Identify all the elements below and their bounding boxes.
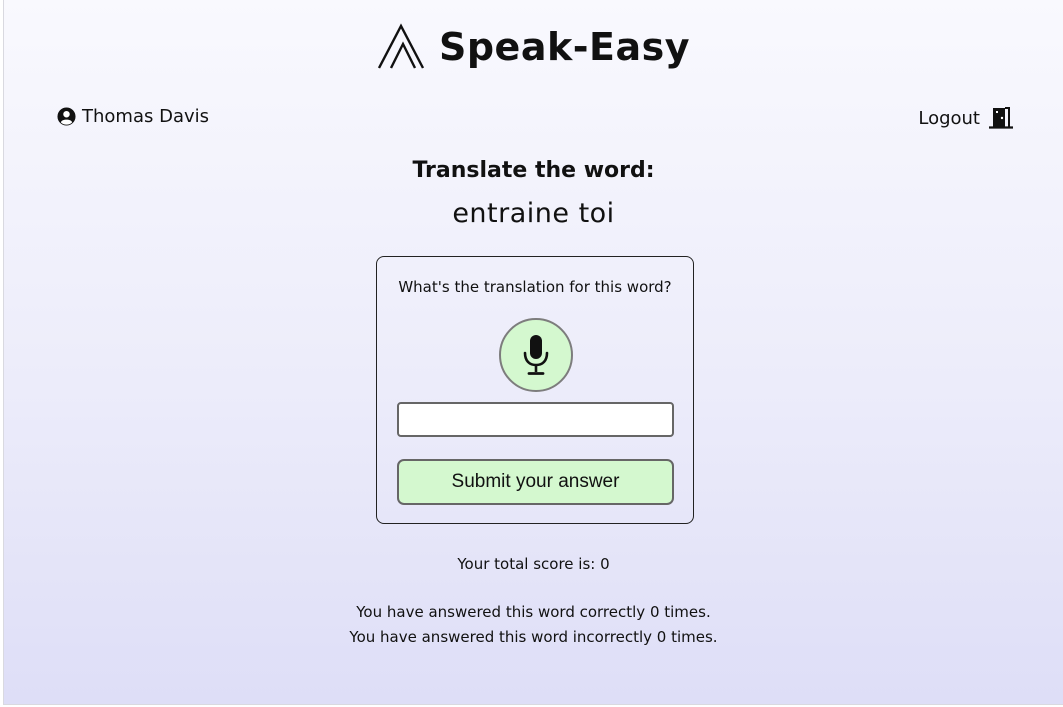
user-circle-icon (57, 107, 76, 126)
user-profile: Thomas Davis (57, 106, 209, 127)
user-name: Thomas Davis (82, 106, 210, 127)
total-score: Your total score is: 0 (457, 555, 610, 573)
logout-button[interactable]: Logout (918, 106, 1014, 130)
translation-question: What's the translation for this word? (398, 278, 672, 296)
mountain-peak-logo (377, 23, 425, 69)
incorrect-count-text: You have answered this word incorrectly … (349, 628, 718, 646)
word-stats: You have answered this word correctly 0 … (4, 600, 1063, 650)
logout-label: Logout (918, 107, 980, 129)
submit-answer-button[interactable]: Submit your answer (397, 459, 674, 505)
answer-card: What's the translation for this word? Su… (376, 256, 694, 524)
brand-header: Speak-Easy (4, 22, 1063, 72)
door-exit-icon (989, 107, 1013, 129)
microphone-icon (523, 335, 549, 375)
app-title: Speak-Easy (438, 25, 691, 69)
target-word: entraine toi (452, 198, 615, 229)
answer-input[interactable] (397, 402, 674, 437)
translate-prompt: Translate the word: (412, 158, 655, 183)
correct-count-text: You have answered this word correctly 0 … (356, 603, 711, 621)
app-page: Speak-Easy Thomas Davis Logout Translate… (3, 0, 1063, 705)
microphone-button[interactable] (499, 318, 573, 392)
